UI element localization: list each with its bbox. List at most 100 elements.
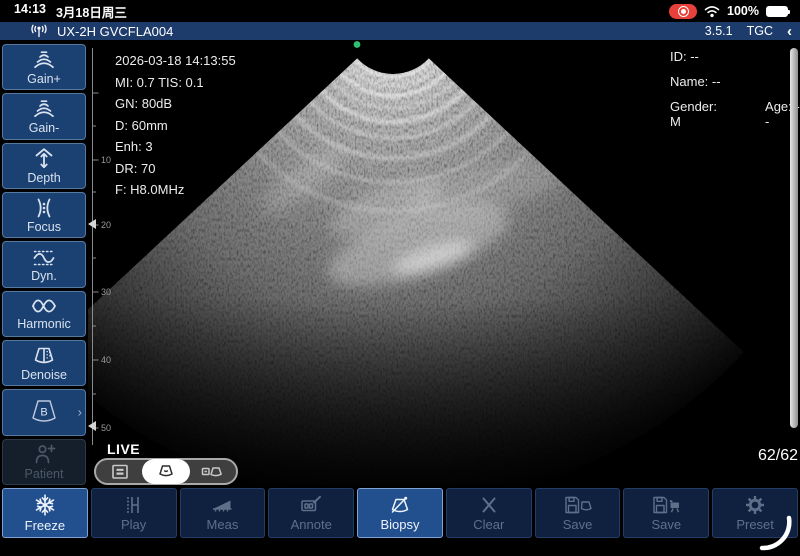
sidebar-item-label: Denoise [21, 368, 67, 382]
toolbar-label: Save [652, 517, 682, 532]
save-video-button[interactable]: Save [623, 488, 709, 538]
live-status-badge: LIVE [107, 441, 140, 457]
ruler-label: 20 [101, 220, 111, 230]
depth-icon [32, 147, 56, 170]
sidebar-item-label: Depth [27, 171, 60, 185]
probe-orientation-marker [354, 41, 361, 48]
measure-button[interactable]: Meas [180, 488, 266, 538]
scan-frequency: F: H8.0MHz [115, 179, 236, 201]
scan-parameters: 2026-03-18 14:13:55 MI: 0.7 TIS: 0.1 GN:… [115, 50, 236, 201]
toolbar-label: Meas [207, 517, 239, 532]
patient-icon [32, 443, 56, 466]
sidebar-item-label: Gain+ [27, 72, 61, 86]
denoise-icon [31, 345, 57, 367]
patient-gender: Gender: M [670, 99, 725, 124]
gain-plus-icon [31, 49, 57, 71]
sidebar-item-depth[interactable]: Depth [2, 143, 86, 189]
dynamic-range-icon [31, 246, 57, 268]
toolbar-label: Save [563, 517, 593, 532]
bmode-letter: B [40, 407, 47, 419]
gain-minus-icon [31, 98, 57, 120]
status-bar: 14:13 3月18日周三 100% [0, 0, 800, 22]
sidebar: Gain+ Gain- Depth [0, 40, 88, 486]
view-mode-sector[interactable] [142, 459, 189, 484]
ruler-label: 30 [101, 287, 111, 297]
sidebar-item-harmonic[interactable]: Harmonic [2, 291, 86, 337]
sidebar-item-focus[interactable]: Focus [2, 192, 86, 238]
status-time: 14:13 [14, 2, 46, 21]
corner-gesture-arc-icon [752, 512, 800, 556]
scan-enhance: Enh: 3 [115, 136, 236, 158]
dual-view-icon [200, 463, 224, 481]
measure-icon [210, 494, 234, 516]
toolbar-label: Freeze [25, 518, 65, 533]
report-view-icon [110, 463, 130, 481]
play-button[interactable]: Play [91, 488, 177, 538]
toolbar-label: Play [121, 517, 146, 532]
tgc-button[interactable]: TGC [747, 24, 773, 38]
save-image-button[interactable]: Save [535, 488, 621, 538]
app-version: 3.5.1 [705, 24, 733, 38]
clear-button[interactable]: Clear [446, 488, 532, 538]
sidebar-item-gain-plus[interactable]: Gain+ [2, 44, 86, 90]
ruler-label: 50 [101, 423, 111, 433]
save-image-icon [563, 494, 593, 516]
view-mode-dual[interactable] [189, 460, 236, 483]
ruler-label: 10 [101, 155, 111, 165]
scan-datetime: 2026-03-18 14:13:55 [115, 50, 236, 72]
sidebar-item-label: Harmonic [17, 317, 71, 331]
probe-signal-icon [30, 24, 48, 38]
screen-recording-indicator[interactable] [669, 4, 697, 19]
status-right: 100% [669, 4, 800, 19]
toolbar-label: Biopsy [380, 517, 419, 532]
status-left: 14:13 3月18日周三 [0, 2, 127, 21]
harmonic-icon [30, 296, 58, 316]
patient-info: ID: -- Name: -- Gender: M Age: -- [670, 49, 800, 124]
record-icon [678, 6, 689, 17]
sector-view-icon [155, 463, 177, 481]
scan-depth: D: 60mm [115, 115, 236, 137]
device-name: UX-2H GVCFLA004 [57, 24, 173, 39]
sidebar-item-patient[interactable]: Patient [2, 439, 86, 485]
sidebar-item-bmode[interactable]: B › [2, 389, 86, 435]
play-cine-icon [123, 494, 145, 516]
title-right: 3.5.1 TGC ‹ [705, 24, 800, 39]
view-mode-report[interactable] [96, 460, 143, 483]
bmode-sector-icon: B [27, 398, 61, 426]
tgc-chevron-icon[interactable]: ‹ [787, 24, 792, 39]
save-video-icon [651, 494, 681, 516]
freeze-button[interactable]: Freeze [2, 488, 88, 538]
patient-id: ID: -- [670, 49, 699, 74]
status-date: 3月18日周三 [56, 2, 127, 21]
ultrasound-app-screen: 14:13 3月18日周三 100% [0, 0, 800, 556]
clear-x-icon [478, 494, 500, 516]
sidebar-item-label: Focus [27, 220, 61, 234]
battery-icon [766, 6, 788, 17]
battery-percent: 100% [727, 4, 759, 18]
submenu-chevron-icon: › [78, 405, 82, 420]
title-left: UX-2H GVCFLA004 [0, 24, 173, 39]
scan-dynamic-range: DR: 70 [115, 158, 236, 180]
wifi-icon [704, 5, 720, 18]
sidebar-item-denoise[interactable]: Denoise [2, 340, 86, 386]
toolbar-label: Annote [291, 517, 332, 532]
view-mode-toggle [94, 458, 238, 485]
tgc-panel-handle[interactable] [790, 48, 798, 428]
sidebar-item-label: Dyn. [31, 269, 57, 283]
freeze-icon [33, 493, 57, 517]
toolbar-label: Clear [473, 517, 504, 532]
ultrasound-image-area[interactable]: 10 20 30 40 50 2026-03-18 14:13:55 MI: 0… [88, 40, 800, 485]
biopsy-button[interactable]: Biopsy [357, 488, 443, 538]
annotate-button[interactable]: Annote [268, 488, 354, 538]
patient-name: Name: -- [670, 74, 721, 99]
title-bar: UX-2H GVCFLA004 3.5.1 TGC ‹ [0, 22, 800, 40]
focus-icon [32, 197, 56, 219]
sidebar-item-gain-minus[interactable]: Gain- [2, 93, 86, 139]
frame-counter: 62/62 [758, 447, 798, 465]
annotate-icon [299, 494, 323, 516]
biopsy-icon [388, 494, 412, 516]
bottom-toolbar: Freeze Play Meas [0, 488, 800, 538]
sidebar-item-dynamic-range[interactable]: Dyn. [2, 241, 86, 287]
sidebar-item-label: Patient [25, 467, 64, 481]
ruler-label: 40 [101, 355, 111, 365]
